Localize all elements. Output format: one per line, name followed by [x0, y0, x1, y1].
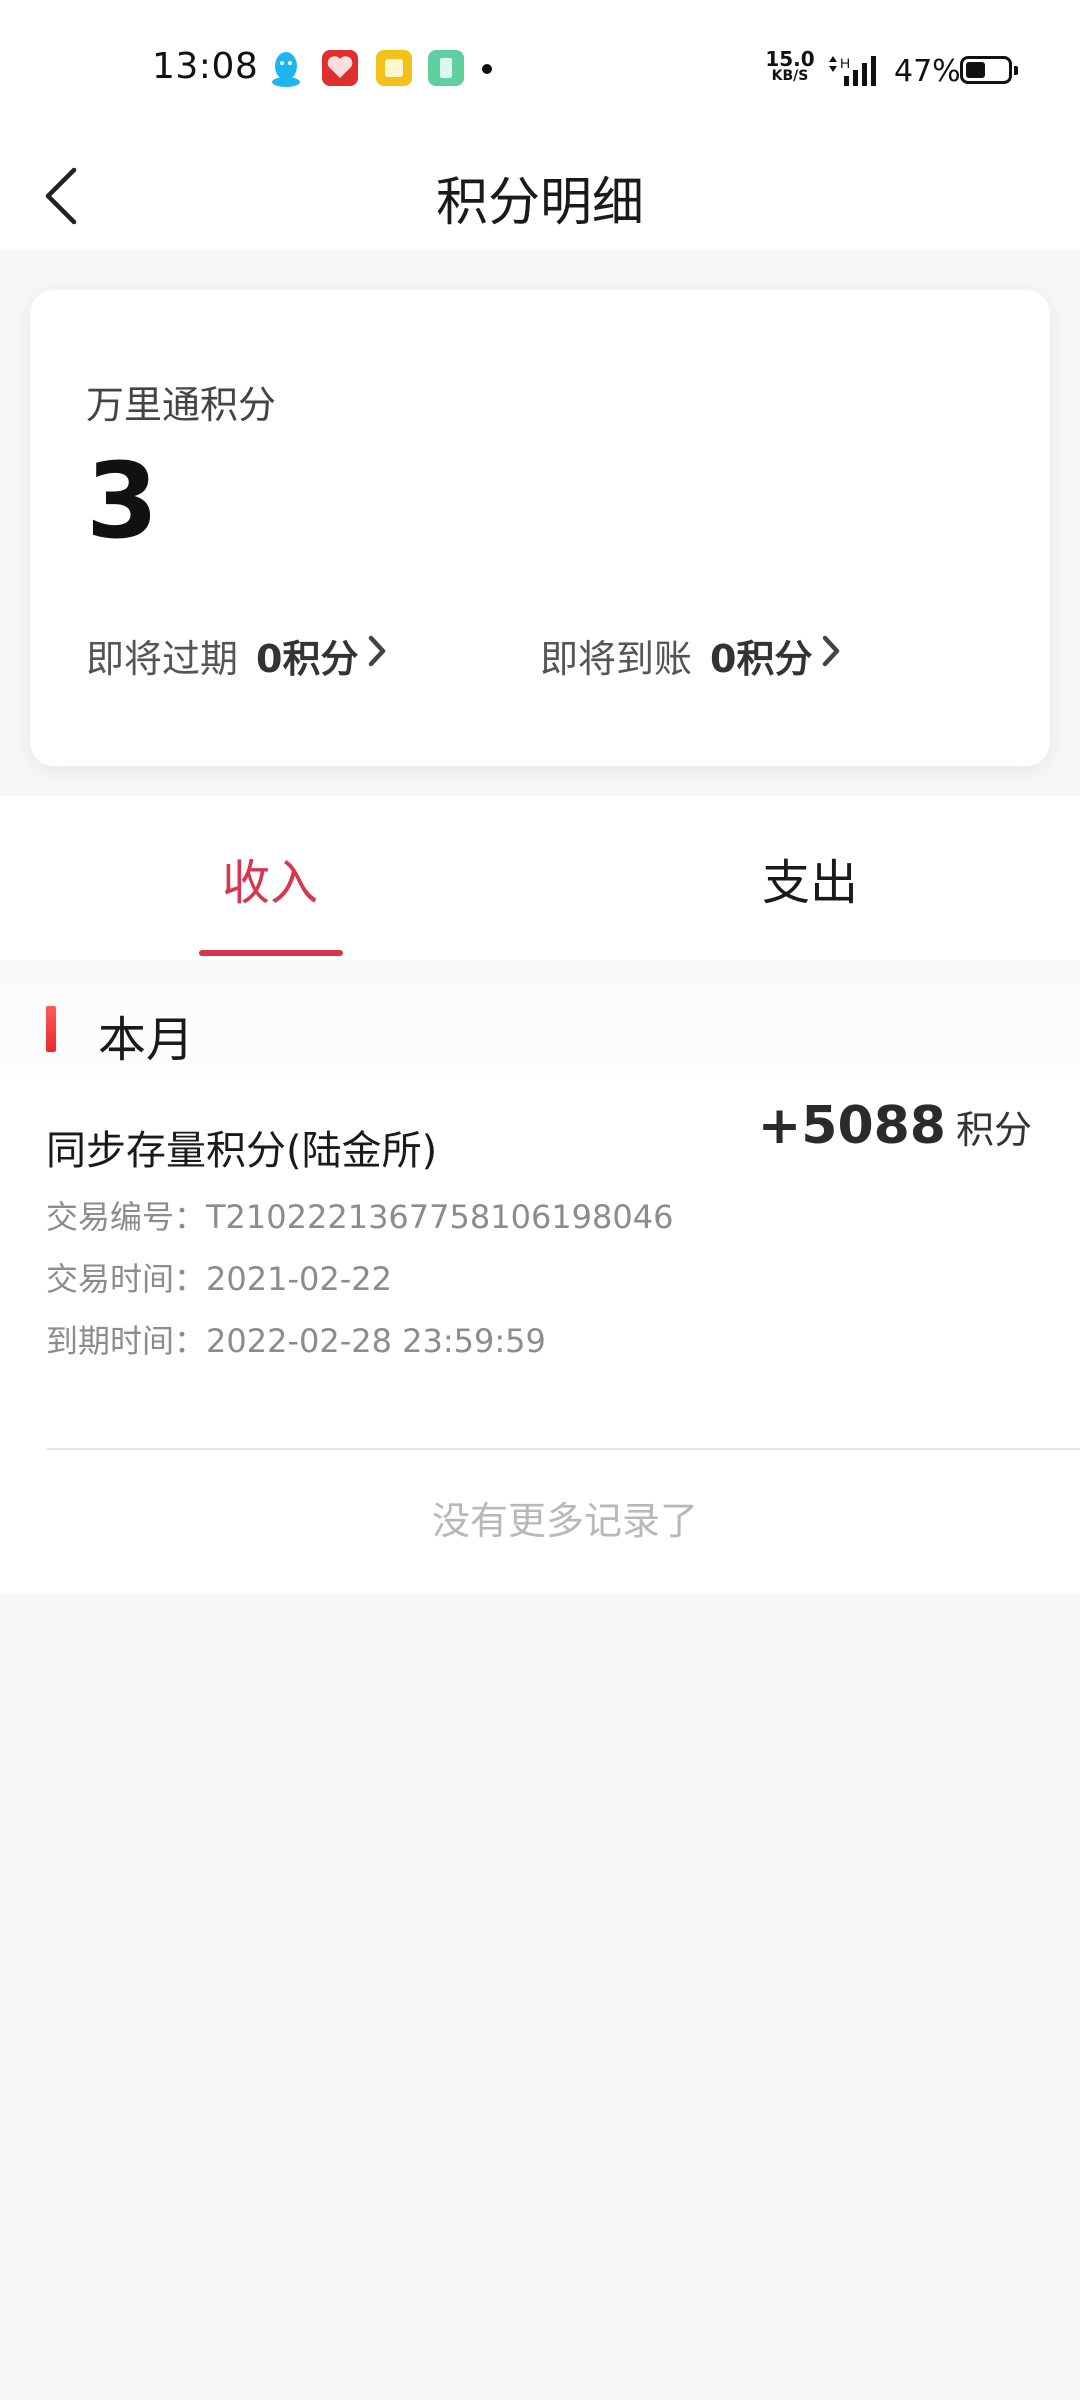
- chevron-right-icon: [366, 633, 388, 678]
- status-time: 13:08: [152, 46, 259, 87]
- record-trade-time: 交易时间：2021-02-22: [46, 1260, 392, 1298]
- active-tab-indicator: [199, 950, 343, 956]
- month-marker: [46, 1006, 56, 1052]
- incoming-points-label: 即将到账: [540, 636, 693, 681]
- list-item: 同步存量积分(陆金所) +5088 积分 交易编号：T2102221367758…: [0, 1080, 1080, 1410]
- network-speed-unit: KB/S: [771, 68, 809, 84]
- status-bar: 13:08 15.0 KB/S H 47%: [0, 0, 1080, 140]
- record-amount-value: +5088: [757, 1096, 946, 1156]
- network-speed: 15.0 KB/S: [764, 49, 816, 84]
- notification-dot: [482, 64, 492, 74]
- incoming-points-amount: 0积分: [710, 636, 813, 681]
- record-trade-number: 交易编号：T2102221367758106198046: [46, 1198, 674, 1236]
- battery-level: [966, 62, 985, 78]
- chevron-right-icon: [820, 633, 842, 678]
- green-app-icon: [428, 50, 464, 86]
- expiring-points-link[interactable]: 即将过期 0积分: [86, 630, 388, 681]
- record-amount: +5088 积分: [758, 1096, 1032, 1156]
- record-expire-time: 到期时间：2022-02-28 23:59:59: [46, 1322, 546, 1360]
- expiring-points-label: 即将过期: [86, 636, 239, 681]
- notes-app-icon: [376, 50, 412, 86]
- record-amount-unit: 积分: [955, 1108, 1032, 1152]
- points-summary-card: 万里通积分 3 即将过期 0积分 即将到账 0积分: [30, 290, 1050, 766]
- nav-bar: 积分明细: [0, 140, 1080, 250]
- month-label: 本月: [98, 1012, 195, 1068]
- qq-icon: [268, 50, 304, 87]
- month-section-header: 本月: [0, 960, 1080, 1080]
- no-more-records: 没有更多记录了: [431, 1499, 698, 1543]
- svg-text:H: H: [840, 55, 850, 71]
- incoming-points-link[interactable]: 即将到账 0积分: [540, 630, 842, 681]
- lottery-app-icon: [322, 50, 358, 86]
- signal-icon: H: [826, 52, 886, 90]
- tab-income[interactable]: 收入: [0, 796, 540, 960]
- page-title: 积分明细: [435, 173, 644, 233]
- battery-icon: [960, 56, 1018, 84]
- expiring-points-amount: 0积分: [256, 636, 359, 681]
- record-title: 同步存量积分(陆金所): [46, 1128, 438, 1174]
- battery-percent: 47%: [894, 54, 961, 89]
- points-label: 万里通积分: [86, 383, 277, 427]
- points-record-list: 本月 同步存量积分(陆金所) +5088 积分 交易编号：T2102221367…: [0, 960, 1080, 1594]
- income-expense-tabs: 收入 支出: [0, 796, 1080, 960]
- list-divider: [46, 1448, 1080, 1450]
- points-value: 3: [86, 440, 159, 562]
- tab-expense[interactable]: 支出: [540, 796, 1080, 960]
